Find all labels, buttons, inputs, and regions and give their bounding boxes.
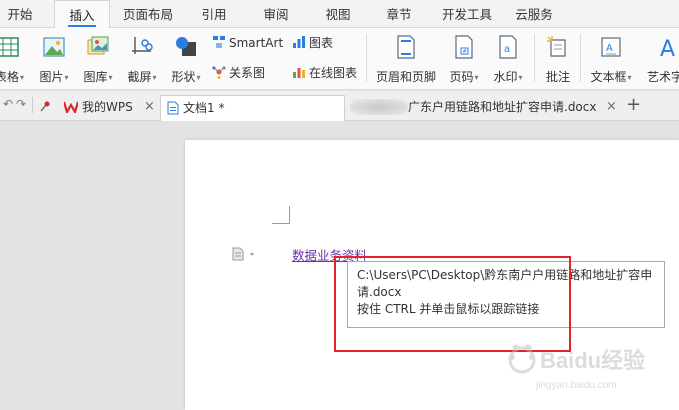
- textbox-label: 文本框: [590, 70, 627, 84]
- table-icon: [0, 37, 19, 57]
- tab-insert[interactable]: 插入: [54, 0, 110, 29]
- wordart-button[interactable]: A 艺术字: [644, 30, 679, 86]
- baidu-watermark-logo: Baidu经验 jingyan.baidu.com: [508, 344, 645, 391]
- wps-logo-icon: [64, 101, 78, 113]
- online-chart-button[interactable]: 在线图表: [292, 64, 357, 82]
- relation-icon: [212, 66, 226, 79]
- watermark-button[interactable]: a 水印▾: [488, 30, 528, 86]
- watermark-brand: Baidu经验: [540, 348, 645, 373]
- document-tabs-bar: ↶ ↷ 我的WPS × 文档1 * 广东户用链路和地址扩容申请.docx × +: [0, 91, 679, 121]
- pin-icon[interactable]: [40, 100, 52, 112]
- header-footer-button[interactable]: 页眉和页脚: [372, 30, 440, 86]
- watermark-url: jingyan.baidu.com: [535, 380, 617, 391]
- picture-button[interactable]: 图片▾: [34, 30, 74, 86]
- document-icon: [167, 101, 179, 115]
- header-footer-icon: [397, 35, 415, 59]
- watermark-icon: a: [499, 35, 517, 59]
- screenshot-label: 截屏: [127, 70, 152, 84]
- watermark-label: 水印: [493, 70, 518, 84]
- svg-text:a: a: [504, 44, 510, 55]
- tab-page-layout[interactable]: 页面布局: [118, 0, 178, 28]
- page-number-label: 页码: [449, 70, 474, 84]
- tab-my-wps-label: 我的WPS: [82, 100, 133, 114]
- svg-text:A: A: [606, 43, 613, 54]
- gallery-label: 图库: [83, 70, 108, 84]
- tab-chapter[interactable]: 章节: [377, 0, 421, 28]
- ribbon-separator: [580, 34, 581, 82]
- screenshot-button[interactable]: 截屏▾: [122, 30, 162, 86]
- tab-cloud[interactable]: 云服务: [510, 0, 558, 28]
- tab-link-document[interactable]: 广东户用链路和地址扩容申请.docx ×: [408, 95, 620, 121]
- shapes-button[interactable]: 形状▾: [166, 30, 206, 86]
- picture-label: 图片: [39, 70, 64, 84]
- menu-bar: 开始 插入 页面布局 引用 审阅 视图 章节 开发工具 云服务: [0, 0, 679, 29]
- scissors-icon: [132, 37, 153, 54]
- paragraph-handle-icon[interactable]: [231, 247, 259, 261]
- annotation-icon: [547, 36, 566, 57]
- insert-ribbon: 表格▾ 图片▾ 图库▾ 截屏▾ 形状▾ SmartArt 关系图 图表 在线图表…: [0, 28, 679, 90]
- smartart-button[interactable]: SmartArt: [212, 34, 283, 52]
- chart-label: 图表: [309, 36, 334, 50]
- shapes-label: 形状: [171, 70, 196, 84]
- textbox-button[interactable]: A 文本框▾: [586, 30, 636, 86]
- tab-developer[interactable]: 开发工具: [437, 0, 497, 28]
- wordart-icon: A: [660, 37, 675, 60]
- table-button[interactable]: 表格▾: [0, 30, 24, 86]
- tab-document1-label: 文档1 *: [183, 101, 225, 115]
- margin-corner-mark: [272, 206, 290, 224]
- online-chart-label: 在线图表: [309, 66, 358, 80]
- shapes-icon: [176, 37, 196, 56]
- online-chart-icon: [293, 68, 305, 78]
- annotation-button[interactable]: 批注: [540, 30, 576, 86]
- svg-text:#: #: [463, 49, 467, 55]
- ribbon-separator: [534, 34, 535, 82]
- gallery-icon: [87, 36, 109, 55]
- relation-label: 关系图: [229, 66, 266, 80]
- wordart-label: 艺术字: [647, 70, 679, 84]
- ribbon-separator: [366, 34, 367, 82]
- tab-my-wps[interactable]: 我的WPS ×: [58, 95, 158, 121]
- redo-icon[interactable]: ↷: [16, 97, 26, 111]
- header-footer-label: 页眉和页脚: [375, 70, 436, 84]
- table-label: 表格: [0, 70, 19, 84]
- toolbar-divider: [32, 97, 33, 113]
- new-tab-button[interactable]: +: [626, 94, 641, 115]
- svg-text:A: A: [660, 37, 675, 60]
- chart-button[interactable]: 图表: [292, 34, 333, 52]
- chart-icon: [293, 36, 305, 48]
- undo-icon[interactable]: ↶: [3, 97, 13, 111]
- annotation-label: 批注: [545, 70, 570, 84]
- smartart-icon: [213, 36, 225, 48]
- close-tab-icon[interactable]: ×: [144, 95, 155, 119]
- page-number-button[interactable]: # 页码▾: [444, 30, 484, 86]
- relation-chart-button[interactable]: 关系图: [212, 64, 265, 82]
- tab-view[interactable]: 视图: [316, 0, 360, 28]
- tab-start[interactable]: 开始: [0, 0, 40, 28]
- close-tab-icon[interactable]: ×: [604, 95, 617, 119]
- picture-icon: [43, 37, 65, 57]
- tab-document1[interactable]: 文档1 *: [160, 95, 345, 121]
- tab-review[interactable]: 审阅: [254, 0, 298, 28]
- tab-references[interactable]: 引用: [192, 0, 236, 28]
- blurred-region: [350, 99, 408, 115]
- tab-link-document-label: 广东户用链路和地址扩容申请.docx: [408, 100, 597, 114]
- gallery-button[interactable]: 图库▾: [78, 30, 118, 86]
- page-number-icon: #: [455, 35, 473, 59]
- smartart-label: SmartArt: [229, 36, 284, 50]
- textbox-icon: A: [601, 37, 621, 57]
